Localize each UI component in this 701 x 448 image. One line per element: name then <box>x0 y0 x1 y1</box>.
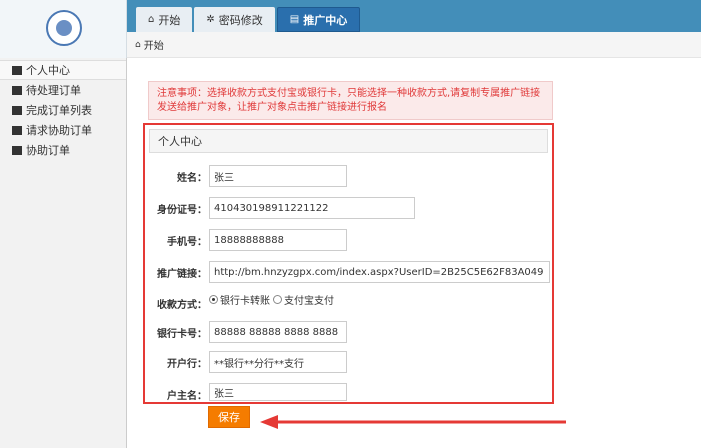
tab-home[interactable]: ⌂ 开始 <box>136 7 193 32</box>
payment-method-group: 银行卡转账 支付宝支付 <box>209 292 334 307</box>
document-icon <box>12 145 22 155</box>
panel-title: 个人中心 <box>149 129 548 153</box>
notice-box: 注意事项：选择收款方式支付宝或银行卡，只能选择一种收款方式,请复制专属推广链接发… <box>148 81 553 120</box>
payment-row: 收款方式： 银行卡转账 支付宝支付 <box>145 290 550 312</box>
sidebar-item-label: 待处理订单 <box>26 84 81 97</box>
idcard-label: 身份证号： <box>157 205 207 216</box>
phone-label: 手机号： <box>167 237 207 248</box>
sidebar-item-pending-orders[interactable]: 待处理订单 <box>0 80 126 100</box>
sidebar-item-assist-requests[interactable]: 请求协助订单 <box>0 120 126 140</box>
sidebar-item-completed-orders[interactable]: 完成订单列表 <box>0 100 126 120</box>
bankcard-field[interactable]: 88888 88888 8888 8888 <box>209 321 347 343</box>
bank-transfer-label[interactable]: 银行卡转账 <box>220 292 270 307</box>
tab-password-change[interactable]: ✲ 密码修改 <box>194 7 275 32</box>
document-icon <box>12 85 22 95</box>
tab-list: ⌂ 开始 ✲ 密码修改 ▤ 推广中心 <box>136 7 362 32</box>
bankcard-label: 银行卡号： <box>157 329 207 340</box>
alipay-label[interactable]: 支付宝支付 <box>284 292 334 307</box>
holder-field[interactable]: 张三 <box>209 383 347 401</box>
name-row: 姓名： 张三 <box>145 165 550 187</box>
holder-label: 户主名： <box>167 391 207 402</box>
bank-field[interactable]: **银行**分行**支行 <box>209 351 347 373</box>
sidebar-item-label: 完成订单列表 <box>26 104 92 117</box>
link-row: 推广链接： http://bm.hnzyzgpx.com/index.aspx?… <box>145 261 550 283</box>
sidebar-item-label: 协助订单 <box>26 144 70 157</box>
phone-field[interactable]: 18888888888 <box>209 229 347 251</box>
sidebar-item-assist-orders[interactable]: 协助订单 <box>0 140 126 160</box>
logo-area <box>0 0 127 58</box>
alipay-radio[interactable] <box>273 295 282 304</box>
promotion-link-field[interactable]: http://bm.hnzyzgpx.com/index.aspx?UserID… <box>209 261 550 283</box>
phone-row: 手机号： 18888888888 <box>145 229 550 251</box>
sidebar-item-label: 请求协助订单 <box>26 124 92 137</box>
document-icon <box>12 65 22 75</box>
sidebar-item-personal-center[interactable]: 个人中心 <box>0 60 126 80</box>
arrow-annotation <box>260 415 566 429</box>
link-label: 推广链接： <box>157 269 207 280</box>
home-icon: ⌂ <box>135 39 141 50</box>
bank-transfer-radio[interactable] <box>209 295 218 304</box>
sidebar: 个人中心 待处理订单 完成订单列表 请求协助订单 协助订单 <box>0 58 127 448</box>
document-icon <box>12 105 22 115</box>
name-label: 姓名： <box>177 173 207 184</box>
tab-promotion-center[interactable]: ▤ 推广中心 <box>276 7 361 32</box>
sidebar-item-label: 个人中心 <box>26 64 70 77</box>
bankcard-row: 银行卡号： 88888 88888 8888 8888 <box>145 321 550 343</box>
holder-row: 户主名： 张三 <box>145 383 550 405</box>
tab-label: 密码修改 <box>218 13 263 27</box>
tab-label: 推广中心 <box>303 13 348 27</box>
idcard-field[interactable]: 410430198911221122 <box>209 197 415 219</box>
document-icon <box>12 125 22 135</box>
document-icon: ▤ <box>289 14 300 25</box>
breadcrumb-home[interactable]: 开始 <box>144 37 164 52</box>
name-field[interactable]: 张三 <box>209 165 347 187</box>
home-icon: ⌂ <box>148 14 155 25</box>
personal-center-panel: 个人中心 姓名： 张三 身份证号： 410430198911221122 手机号… <box>143 123 554 404</box>
school-logo <box>46 10 82 46</box>
save-button[interactable]: 保存 <box>208 406 250 428</box>
bank-label: 开户行： <box>167 359 207 370</box>
payment-label: 收款方式： <box>157 300 207 311</box>
idcard-row: 身份证号： 410430198911221122 <box>145 197 550 219</box>
tab-label: 开始 <box>158 13 181 27</box>
gear-icon: ✲ <box>206 14 215 25</box>
bank-row: 开户行： **银行**分行**支行 <box>145 351 550 373</box>
breadcrumb: ⌂ 开始 <box>127 32 701 58</box>
